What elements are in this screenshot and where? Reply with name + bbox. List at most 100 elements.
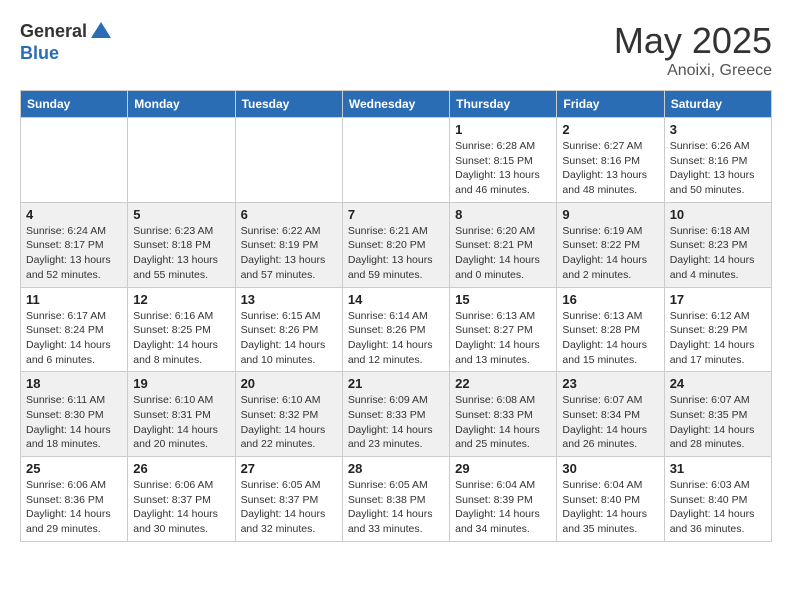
calendar-cell: 7 Sunrise: 6:21 AMSunset: 8:20 PMDaylight…: [342, 202, 449, 287]
calendar-cell: 24Sunrise: 6:07 AMSunset: 8:35 PMDayligh…: [664, 372, 771, 457]
day-number: 16: [562, 292, 658, 307]
day-number: 5: [133, 207, 229, 222]
day-number: 4: [26, 207, 122, 222]
calendar-table: SundayMondayTuesdayWednesdayThursdayFrid…: [20, 90, 772, 542]
day-number: 29: [455, 461, 551, 476]
calendar-cell: 4 Sunrise: 6:24 AMSunset: 8:17 PMDaylight…: [21, 202, 128, 287]
calendar-week-row: 1 Sunrise: 6:28 AMSunset: 8:15 PMDaylight…: [21, 118, 772, 203]
calendar-cell: 1 Sunrise: 6:28 AMSunset: 8:15 PMDaylight…: [450, 118, 557, 203]
day-info: Sunrise: 6:07 AMSunset: 8:34 PMDaylight:…: [562, 393, 658, 452]
calendar-week-row: 11 Sunrise: 6:17 AMSunset: 8:24 PMDayligh…: [21, 287, 772, 372]
weekday-header-monday: Monday: [128, 91, 235, 118]
logo-blue-text: Blue: [20, 44, 113, 64]
calendar-cell: 16 Sunrise: 6:13 AMSunset: 8:28 PMDayligh…: [557, 287, 664, 372]
calendar-cell: 2 Sunrise: 6:27 AMSunset: 8:16 PMDaylight…: [557, 118, 664, 203]
day-info: Sunrise: 6:09 AMSunset: 8:33 PMDaylight:…: [348, 393, 444, 452]
calendar-week-row: 25 Sunrise: 6:06 AMSunset: 8:36 PMDayligh…: [21, 457, 772, 542]
calendar-cell: 28 Sunrise: 6:05 AMSunset: 8:38 PMDayligh…: [342, 457, 449, 542]
day-number: 15: [455, 292, 551, 307]
calendar-cell: 29 Sunrise: 6:04 AMSunset: 8:39 PMDayligh…: [450, 457, 557, 542]
calendar-cell: 15 Sunrise: 6:13 AMSunset: 8:27 PMDayligh…: [450, 287, 557, 372]
weekday-header-thursday: Thursday: [450, 91, 557, 118]
calendar-cell: [21, 118, 128, 203]
day-info: Sunrise: 6:12 AMSunset: 8:29 PMDaylight:…: [670, 309, 766, 368]
day-number: 21: [348, 376, 444, 391]
page-header: General Blue May 2025 Anoixi, Greece: [20, 20, 772, 80]
day-number: 10: [670, 207, 766, 222]
calendar-cell: 8Sunrise: 6:20 AMSunset: 8:21 PMDaylight…: [450, 202, 557, 287]
day-number: 11: [26, 292, 122, 307]
day-number: 17: [670, 292, 766, 307]
day-info: Sunrise: 6:16 AMSunset: 8:25 PMDaylight:…: [133, 309, 229, 368]
calendar-cell: 26 Sunrise: 6:06 AMSunset: 8:37 PMDayligh…: [128, 457, 235, 542]
day-number: 8: [455, 207, 551, 222]
calendar-cell: 10 Sunrise: 6:18 AMSunset: 8:23 PMDayligh…: [664, 202, 771, 287]
calendar-cell: 14Sunrise: 6:14 AMSunset: 8:26 PMDayligh…: [342, 287, 449, 372]
day-info: Sunrise: 6:27 AMSunset: 8:16 PMDaylight:…: [562, 139, 658, 198]
weekday-header-friday: Friday: [557, 91, 664, 118]
day-info: Sunrise: 6:13 AMSunset: 8:28 PMDaylight:…: [562, 309, 658, 368]
calendar-cell: 25 Sunrise: 6:06 AMSunset: 8:36 PMDayligh…: [21, 457, 128, 542]
day-number: 28: [348, 461, 444, 476]
day-info: Sunrise: 6:10 AMSunset: 8:31 PMDaylight:…: [133, 393, 229, 452]
calendar-cell: 21 Sunrise: 6:09 AMSunset: 8:33 PMDayligh…: [342, 372, 449, 457]
day-info: Sunrise: 6:05 AMSunset: 8:38 PMDaylight:…: [348, 478, 444, 537]
day-info: Sunrise: 6:13 AMSunset: 8:27 PMDaylight:…: [455, 309, 551, 368]
day-info: Sunrise: 6:05 AMSunset: 8:37 PMDaylight:…: [241, 478, 337, 537]
calendar-cell: 17 Sunrise: 6:12 AMSunset: 8:29 PMDayligh…: [664, 287, 771, 372]
day-number: 31: [670, 461, 766, 476]
calendar-cell: 30 Sunrise: 6:04 AMSunset: 8:40 PMDayligh…: [557, 457, 664, 542]
day-info: Sunrise: 6:28 AMSunset: 8:15 PMDaylight:…: [455, 139, 551, 198]
day-info: Sunrise: 6:17 AMSunset: 8:24 PMDaylight:…: [26, 309, 122, 368]
day-number: 13: [241, 292, 337, 307]
day-info: Sunrise: 6:04 AMSunset: 8:39 PMDaylight:…: [455, 478, 551, 537]
month-title: May 2025: [614, 20, 772, 62]
calendar-cell: 6 Sunrise: 6:22 AMSunset: 8:19 PMDaylight…: [235, 202, 342, 287]
day-number: 7: [348, 207, 444, 222]
day-number: 24: [670, 376, 766, 391]
logo-icon: [89, 20, 113, 44]
weekday-header-wednesday: Wednesday: [342, 91, 449, 118]
day-number: 27: [241, 461, 337, 476]
day-number: 19: [133, 376, 229, 391]
day-number: 30: [562, 461, 658, 476]
day-number: 18: [26, 376, 122, 391]
calendar-cell: 23Sunrise: 6:07 AMSunset: 8:34 PMDayligh…: [557, 372, 664, 457]
day-number: 6: [241, 207, 337, 222]
calendar-cell: [342, 118, 449, 203]
day-number: 26: [133, 461, 229, 476]
day-info: Sunrise: 6:06 AMSunset: 8:36 PMDaylight:…: [26, 478, 122, 537]
day-info: Sunrise: 6:06 AMSunset: 8:37 PMDaylight:…: [133, 478, 229, 537]
day-info: Sunrise: 6:11 AMSunset: 8:30 PMDaylight:…: [26, 393, 122, 452]
calendar-cell: 31Sunrise: 6:03 AMSunset: 8:40 PMDayligh…: [664, 457, 771, 542]
location-subtitle: Anoixi, Greece: [614, 62, 772, 80]
day-number: 1: [455, 122, 551, 137]
day-number: 25: [26, 461, 122, 476]
day-info: Sunrise: 6:19 AMSunset: 8:22 PMDaylight:…: [562, 224, 658, 283]
day-info: Sunrise: 6:15 AMSunset: 8:26 PMDaylight:…: [241, 309, 337, 368]
title-block: May 2025 Anoixi, Greece: [614, 20, 772, 80]
logo-general-text: General: [20, 22, 87, 42]
day-info: Sunrise: 6:08 AMSunset: 8:33 PMDaylight:…: [455, 393, 551, 452]
calendar-cell: 13 Sunrise: 6:15 AMSunset: 8:26 PMDayligh…: [235, 287, 342, 372]
weekday-header-saturday: Saturday: [664, 91, 771, 118]
calendar-cell: 5 Sunrise: 6:23 AMSunset: 8:18 PMDaylight…: [128, 202, 235, 287]
day-number: 14: [348, 292, 444, 307]
day-number: 2: [562, 122, 658, 137]
day-info: Sunrise: 6:18 AMSunset: 8:23 PMDaylight:…: [670, 224, 766, 283]
calendar-cell: 20Sunrise: 6:10 AMSunset: 8:32 PMDayligh…: [235, 372, 342, 457]
calendar-cell: 19 Sunrise: 6:10 AMSunset: 8:31 PMDayligh…: [128, 372, 235, 457]
day-info: Sunrise: 6:21 AMSunset: 8:20 PMDaylight:…: [348, 224, 444, 283]
day-number: 9: [562, 207, 658, 222]
calendar-cell: 22Sunrise: 6:08 AMSunset: 8:33 PMDayligh…: [450, 372, 557, 457]
day-info: Sunrise: 6:26 AMSunset: 8:16 PMDaylight:…: [670, 139, 766, 198]
weekday-header-tuesday: Tuesday: [235, 91, 342, 118]
day-info: Sunrise: 6:23 AMSunset: 8:18 PMDaylight:…: [133, 224, 229, 283]
day-info: Sunrise: 6:24 AMSunset: 8:17 PMDaylight:…: [26, 224, 122, 283]
day-info: Sunrise: 6:04 AMSunset: 8:40 PMDaylight:…: [562, 478, 658, 537]
calendar-header-row: SundayMondayTuesdayWednesdayThursdayFrid…: [21, 91, 772, 118]
calendar-cell: 18 Sunrise: 6:11 AMSunset: 8:30 PMDayligh…: [21, 372, 128, 457]
logo: General Blue: [20, 20, 113, 64]
calendar-week-row: 4 Sunrise: 6:24 AMSunset: 8:17 PMDaylight…: [21, 202, 772, 287]
day-info: Sunrise: 6:22 AMSunset: 8:19 PMDaylight:…: [241, 224, 337, 283]
